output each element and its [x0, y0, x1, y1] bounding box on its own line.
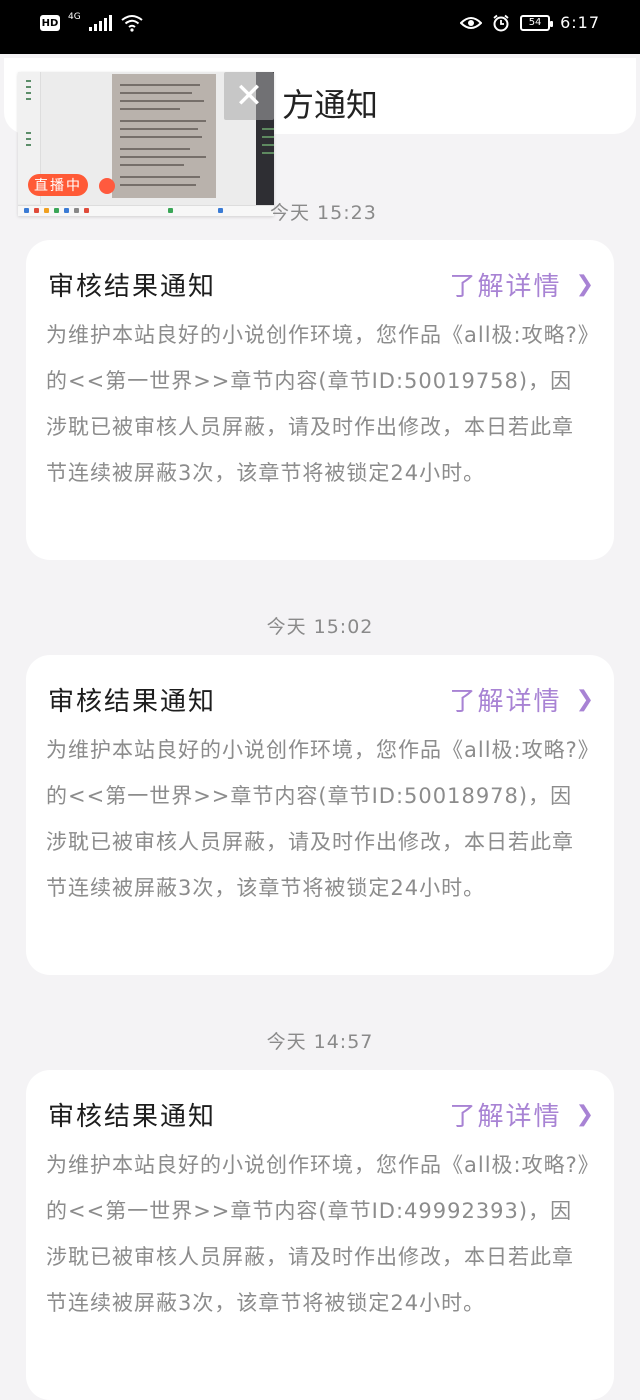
- notification-title: 审核结果通知: [48, 1102, 217, 1132]
- notification-body: 为维护本站良好的小说创作环境，您作品《all极:攻略?》的<<第一世界>>章节内…: [46, 1153, 590, 1315]
- details-link-label: 了解详情: [449, 272, 562, 302]
- status-bar: HD 4G 54 6:17: [0, 0, 640, 54]
- close-live-button[interactable]: ✕: [224, 72, 274, 120]
- notification-card[interactable]: 审核结果通知 了解详情 ❯ 为维护本站良好的小说创作环境，您作品《all极:攻略…: [26, 1070, 614, 1400]
- details-link[interactable]: 了解详情 ❯: [450, 266, 596, 303]
- notification-card[interactable]: 审核结果通知 了解详情 ❯ 为维护本站良好的小说创作环境，您作品《all极:攻略…: [26, 655, 614, 975]
- live-badge: 直播中: [28, 174, 88, 196]
- live-taskbar: [18, 205, 274, 216]
- timestamp: 今天 15:02: [266, 616, 374, 638]
- alarm-icon: [493, 14, 509, 31]
- clock: 6:17: [560, 13, 600, 32]
- battery-icon: 54: [520, 14, 554, 31]
- chevron-right-icon: ❯: [575, 1102, 596, 1127]
- status-right: 54 6:17: [460, 13, 600, 32]
- eye-icon: [460, 16, 483, 29]
- page-title: 方通知: [282, 86, 379, 124]
- notification-body: 为维护本站良好的小说创作环境，您作品《all极:攻略?》的<<第一世界>>章节内…: [46, 738, 590, 900]
- chevron-right-icon: ❯: [575, 272, 596, 297]
- notification-body: 为维护本站良好的小说创作环境，您作品《all极:攻略?》的<<第一世界>>章节内…: [46, 323, 590, 485]
- signal-icon: [88, 15, 112, 31]
- record-dot-icon: [99, 178, 115, 194]
- timestamp: 今天 15:23: [270, 202, 377, 224]
- close-icon: ✕: [234, 76, 264, 116]
- details-link-label: 了解详情: [449, 687, 562, 717]
- notification-title: 审核结果通知: [48, 272, 217, 302]
- details-link-label: 了解详情: [449, 1102, 562, 1132]
- wifi-icon: [121, 15, 143, 32]
- chevron-right-icon: ❯: [575, 687, 596, 712]
- notification-card[interactable]: 审核结果通知 了解详情 ❯ 为维护本站良好的小说创作环境，您作品《all极:攻略…: [26, 240, 614, 560]
- status-left: HD 4G: [40, 12, 144, 32]
- details-link[interactable]: 了解详情 ❯: [450, 681, 596, 718]
- live-document-preview: [112, 74, 216, 198]
- battery-level: 54: [528, 17, 542, 28]
- timestamp: 今天 14:57: [266, 1031, 374, 1053]
- notification-title: 审核结果通知: [48, 687, 217, 717]
- network-type: 4G: [68, 12, 81, 22]
- hd-badge: HD: [40, 15, 60, 31]
- details-link[interactable]: 了解详情 ❯: [450, 1096, 596, 1133]
